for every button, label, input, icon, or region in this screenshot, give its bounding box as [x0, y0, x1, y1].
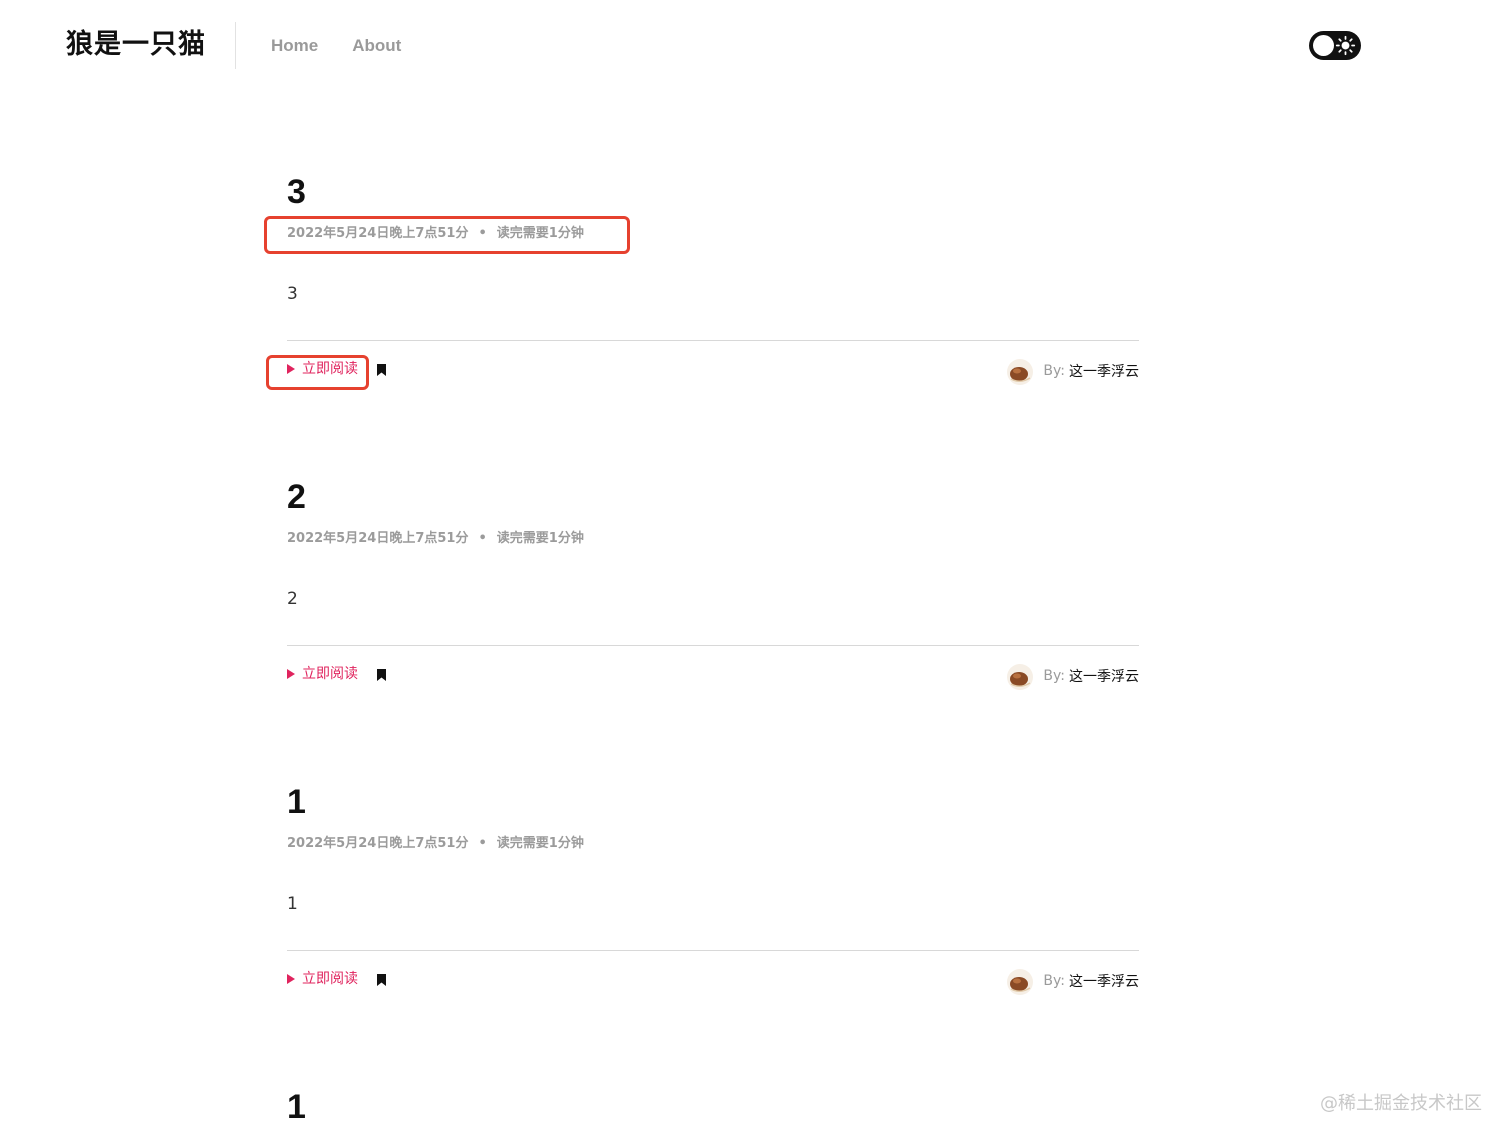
author-avatar[interactable] — [1005, 356, 1035, 386]
author-name[interactable]: 这一季浮云 — [1069, 361, 1139, 381]
post-excerpt: 2 — [287, 589, 298, 609]
post-read-time: 读完需要1分钟 — [496, 836, 584, 851]
play-icon — [287, 669, 295, 679]
meta-separator: • — [478, 531, 487, 546]
bookmark-icon[interactable] — [377, 669, 386, 681]
post-divider — [287, 950, 1139, 951]
post-date: 2022年5月24日晚上7点51分 — [287, 836, 469, 851]
main-nav: Home About — [271, 34, 401, 58]
post-read-time: 读完需要1分钟 — [496, 226, 584, 241]
post-meta: 2022年5月24日晚上7点51分 • 读完需要1分钟 — [287, 224, 584, 244]
post-author: By: 这一季浮云 — [1005, 966, 1139, 996]
post-divider — [287, 340, 1139, 341]
post-card: 1 2022年5月24日晚上7点51分 • 读完需要1分钟 1 立即阅读 By: 这… — [287, 782, 1139, 1022]
read-now-link[interactable]: 立即阅读 — [287, 359, 358, 379]
post-date: 2022年5月24日晚上7点51分 — [287, 531, 469, 546]
bookmark-icon[interactable] — [377, 364, 386, 376]
nav-about-link[interactable]: About — [352, 34, 401, 58]
read-now-label: 立即阅读 — [302, 666, 358, 682]
post-divider — [287, 645, 1139, 646]
watermark: @稀土掘金技术社区 — [1320, 1093, 1482, 1114]
author-name[interactable]: 这一季浮云 — [1069, 666, 1139, 686]
author-avatar[interactable] — [1005, 966, 1035, 996]
bookmark-icon[interactable] — [377, 974, 386, 986]
post-meta: 2022年5月24日晚上7点51分 • 读完需要1分钟 — [287, 834, 584, 854]
post-excerpt: 1 — [287, 894, 298, 914]
author-by-label: By: — [1043, 363, 1065, 379]
read-now-label: 立即阅读 — [302, 971, 358, 987]
meta-separator: • — [478, 836, 487, 851]
play-icon — [287, 364, 295, 374]
author-by-label: By: — [1043, 668, 1065, 684]
post-title[interactable]: 1 — [287, 1087, 306, 1127]
read-now-link[interactable]: 立即阅读 — [287, 664, 358, 684]
post-author: By: 这一季浮云 — [1005, 356, 1139, 386]
read-now-label: 立即阅读 — [302, 361, 358, 377]
toggle-knob — [1313, 35, 1334, 56]
post-card: 3 2022年5月24日晚上7点51分 • 读完需要1分钟 3 立即阅读 By: 这… — [287, 172, 1139, 412]
header-divider — [235, 22, 236, 69]
read-now-link[interactable]: 立即阅读 — [287, 969, 358, 989]
nav-home-link[interactable]: Home — [271, 34, 318, 58]
author-name[interactable]: 这一季浮云 — [1069, 971, 1139, 991]
meta-separator: • — [478, 226, 487, 241]
post-card: 2 2022年5月24日晚上7点51分 • 读完需要1分钟 2 立即阅读 By: 这… — [287, 477, 1139, 717]
post-title[interactable]: 2 — [287, 477, 306, 517]
post-date: 2022年5月24日晚上7点51分 — [287, 226, 469, 241]
author-by-label: By: — [1043, 973, 1065, 989]
post-title[interactable]: 1 — [287, 782, 306, 822]
post-title[interactable]: 3 — [287, 172, 306, 212]
play-icon — [287, 974, 295, 984]
post-read-time: 读完需要1分钟 — [496, 531, 584, 546]
post-author: By: 这一季浮云 — [1005, 661, 1139, 691]
post-meta: 2022年5月24日晚上7点51分 • 读完需要1分钟 — [287, 529, 584, 549]
sun-icon — [1335, 35, 1356, 56]
author-avatar[interactable] — [1005, 661, 1035, 691]
site-title[interactable]: 狼是一只猫 — [66, 27, 206, 63]
post-card: 1 — [287, 1087, 1139, 1143]
post-excerpt: 3 — [287, 284, 298, 304]
theme-toggle[interactable] — [1309, 31, 1361, 60]
site-header: 狼是一只猫 Home About — [0, 0, 1512, 92]
